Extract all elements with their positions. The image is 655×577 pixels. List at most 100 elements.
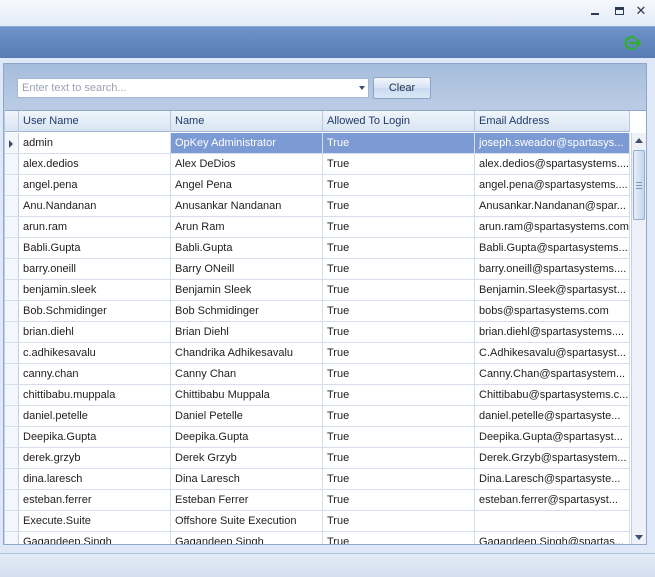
column-header-name[interactable]: Name xyxy=(171,111,323,132)
table-row[interactable]: daniel.petelle Daniel Petelle True daniel.p… xyxy=(5,406,630,427)
chevron-down-icon[interactable] xyxy=(359,86,365,90)
row-indicator[interactable] xyxy=(5,490,19,510)
cell-user-name[interactable]: Deepika.Gupta xyxy=(19,427,171,447)
cell-name[interactable]: Gagandeep Singh xyxy=(171,532,323,544)
cell-email-address[interactable]: brian.diehl@spartasystems.... xyxy=(475,322,630,342)
table-row[interactable]: dina.laresch Dina Laresch True Dina.Laresch… xyxy=(5,469,630,490)
row-indicator[interactable] xyxy=(5,175,19,195)
cell-email-address[interactable]: Canny.Chan@spartasystem... xyxy=(475,364,630,384)
cell-name[interactable]: Brian Diehl xyxy=(171,322,323,342)
table-row[interactable]: esteban.ferrer Esteban Ferrer True esteban.… xyxy=(5,490,630,511)
cell-user-name[interactable]: barry.oneill xyxy=(19,259,171,279)
cell-user-name[interactable]: alex.dedios xyxy=(19,154,171,174)
table-row[interactable]: Execute.Suite Offshore Suite Execution Tru… xyxy=(5,511,630,532)
logout-button[interactable] xyxy=(622,34,642,52)
row-indicator[interactable] xyxy=(5,343,19,363)
row-indicator[interactable] xyxy=(5,280,19,300)
row-indicator[interactable] xyxy=(5,238,19,258)
column-header-allowed-to-login[interactable]: Allowed To Login xyxy=(323,111,475,132)
table-row[interactable]: Babli.Gupta Babli.Gupta True Babli.Gupta@sp… xyxy=(5,238,630,259)
table-row[interactable]: brian.diehl Brian Diehl True brian.diehl@sp… xyxy=(5,322,630,343)
cell-name[interactable]: Anusankar Nandanan xyxy=(171,196,323,216)
cell-allowed-to-login[interactable]: True xyxy=(323,469,475,489)
cell-email-address[interactable]: Anusankar.Nandanan@spar... xyxy=(475,196,630,216)
row-indicator[interactable] xyxy=(5,448,19,468)
cell-user-name[interactable]: Execute.Suite xyxy=(19,511,171,531)
cell-email-address[interactable]: Gagandeep.Singh@spartas... xyxy=(475,532,630,544)
cell-email-address[interactable]: Chittibabu@spartasystems.c... xyxy=(475,385,630,405)
scroll-thumb[interactable] xyxy=(633,150,645,220)
cell-allowed-to-login[interactable]: True xyxy=(323,238,475,258)
vertical-scrollbar[interactable] xyxy=(631,133,646,544)
cell-name[interactable]: Canny Chan xyxy=(171,364,323,384)
cell-email-address[interactable]: Deepika.Gupta@spartasyst... xyxy=(475,427,630,447)
cell-name[interactable]: Babli.Gupta xyxy=(171,238,323,258)
cell-allowed-to-login[interactable]: True xyxy=(323,448,475,468)
cell-user-name[interactable]: c.adhikesavalu xyxy=(19,343,171,363)
row-indicator[interactable] xyxy=(5,511,19,531)
cell-name[interactable]: Chittibabu Muppala xyxy=(171,385,323,405)
cell-allowed-to-login[interactable]: True xyxy=(323,175,475,195)
cell-allowed-to-login[interactable]: True xyxy=(323,490,475,510)
cell-user-name[interactable]: Anu.Nandanan xyxy=(19,196,171,216)
cell-allowed-to-login[interactable]: True xyxy=(323,511,475,531)
cell-name[interactable]: Daniel Petelle xyxy=(171,406,323,426)
row-indicator[interactable] xyxy=(5,133,19,153)
cell-user-name[interactable]: daniel.petelle xyxy=(19,406,171,426)
cell-user-name[interactable]: chittibabu.muppala xyxy=(19,385,171,405)
cell-name[interactable]: Benjamin Sleek xyxy=(171,280,323,300)
row-indicator[interactable] xyxy=(5,532,19,544)
close-button[interactable]: ✕ xyxy=(631,3,651,19)
cell-email-address[interactable]: alex.dedios@spartasystems.... xyxy=(475,154,630,174)
cell-allowed-to-login[interactable]: True xyxy=(323,259,475,279)
scroll-down-arrow-icon[interactable] xyxy=(632,529,646,544)
cell-email-address[interactable]: joseph.sweador@spartasys... xyxy=(475,133,630,153)
maximize-button[interactable] xyxy=(609,3,629,19)
cell-allowed-to-login[interactable]: True xyxy=(323,280,475,300)
table-row[interactable]: Deepika.Gupta Deepika.Gupta True Deepika.Gu… xyxy=(5,427,630,448)
cell-email-address[interactable]: daniel.petelle@spartasyste... xyxy=(475,406,630,426)
cell-email-address[interactable]: arun.ram@spartasystems.com xyxy=(475,217,630,237)
search-input[interactable] xyxy=(18,79,348,97)
cell-allowed-to-login[interactable]: True xyxy=(323,322,475,342)
row-indicator[interactable] xyxy=(5,301,19,321)
cell-email-address[interactable]: barry.oneill@spartasystems.... xyxy=(475,259,630,279)
cell-allowed-to-login[interactable]: True xyxy=(323,406,475,426)
row-indicator[interactable] xyxy=(5,427,19,447)
row-indicator[interactable] xyxy=(5,469,19,489)
cell-allowed-to-login[interactable]: True xyxy=(323,385,475,405)
column-header-email-address[interactable]: Email Address xyxy=(475,111,630,132)
cell-user-name[interactable]: dina.laresch xyxy=(19,469,171,489)
cell-allowed-to-login[interactable]: True xyxy=(323,364,475,384)
minimize-button[interactable] xyxy=(585,3,605,19)
cell-user-name[interactable]: angel.pena xyxy=(19,175,171,195)
cell-user-name[interactable]: benjamin.sleek xyxy=(19,280,171,300)
cell-name[interactable]: Esteban Ferrer xyxy=(171,490,323,510)
row-indicator[interactable] xyxy=(5,217,19,237)
cell-name[interactable]: Barry ONeill xyxy=(171,259,323,279)
scroll-up-arrow-icon[interactable] xyxy=(632,133,646,149)
cell-allowed-to-login[interactable]: True xyxy=(323,343,475,363)
cell-email-address[interactable]: Benjamin.Sleek@spartasyst... xyxy=(475,280,630,300)
cell-email-address[interactable]: bobs@spartasystems.com xyxy=(475,301,630,321)
row-indicator[interactable] xyxy=(5,364,19,384)
cell-name[interactable]: Derek Grzyb xyxy=(171,448,323,468)
cell-name[interactable]: Arun Ram xyxy=(171,217,323,237)
table-row[interactable]: barry.oneill Barry ONeill True barry.oneill… xyxy=(5,259,630,280)
cell-user-name[interactable]: admin xyxy=(19,133,171,153)
cell-name[interactable]: Alex DeDios xyxy=(171,154,323,174)
cell-email-address[interactable]: Dina.Laresch@spartasyste... xyxy=(475,469,630,489)
cell-user-name[interactable]: Bob.Schmidinger xyxy=(19,301,171,321)
cell-allowed-to-login[interactable]: True xyxy=(323,301,475,321)
row-indicator[interactable] xyxy=(5,406,19,426)
cell-allowed-to-login[interactable]: True xyxy=(323,196,475,216)
table-row[interactable]: canny.chan Canny Chan True Canny.Chan@spart… xyxy=(5,364,630,385)
cell-allowed-to-login[interactable]: True xyxy=(323,427,475,447)
cell-name[interactable]: OpKey Administrator xyxy=(171,133,323,153)
table-row[interactable]: derek.grzyb Derek Grzyb True Derek.Grzyb@sp… xyxy=(5,448,630,469)
cell-allowed-to-login[interactable]: True xyxy=(323,217,475,237)
column-header-user-name[interactable]: User Name xyxy=(19,111,171,132)
cell-name[interactable]: Bob Schmidinger xyxy=(171,301,323,321)
cell-name[interactable]: Angel Pena xyxy=(171,175,323,195)
cell-user-name[interactable]: Gagandeep.Singh xyxy=(19,532,171,544)
